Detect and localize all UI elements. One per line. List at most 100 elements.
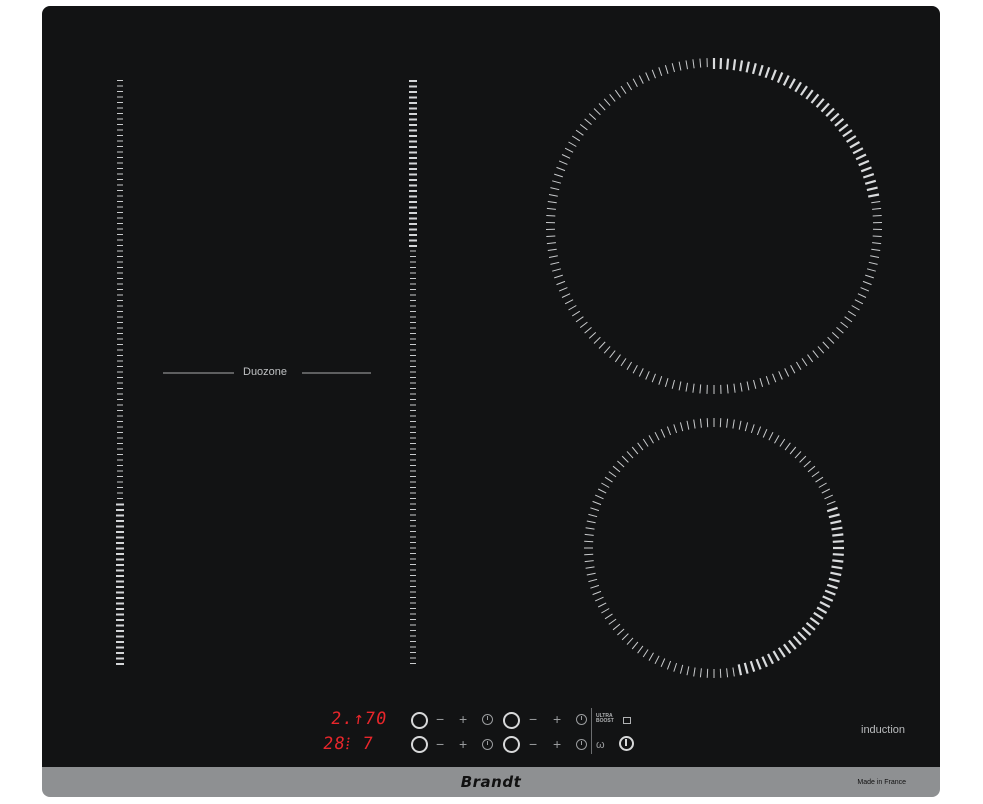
- zone-tick: [612, 465, 621, 473]
- slider-tick: [410, 393, 416, 395]
- zone-tick: [588, 332, 597, 339]
- zone-tick: [603, 346, 611, 354]
- left-zone-slider[interactable]: [116, 80, 124, 665]
- slider-tick: [116, 624, 124, 627]
- ring-icon[interactable]: [503, 736, 520, 753]
- slider-tick: [410, 536, 416, 538]
- slider-tick: [117, 465, 123, 466]
- slider-tick: [117, 250, 123, 252]
- timer-icon[interactable]: [482, 739, 493, 750]
- small-ring-zone[interactable]: [584, 418, 844, 678]
- zone-tick: [831, 526, 843, 531]
- timer-icon[interactable]: [576, 739, 587, 750]
- slider-tick: [410, 267, 416, 268]
- slider-tick: [409, 228, 417, 231]
- slider-tick: [409, 140, 417, 143]
- slider-tick: [410, 575, 416, 576]
- slider-tick: [409, 80, 417, 82]
- slider-tick: [116, 558, 124, 561]
- ultra-boost-button[interactable]: ULTRA BOOST: [596, 714, 614, 724]
- slider-tick: [410, 250, 416, 252]
- plus-icon[interactable]: +: [459, 712, 467, 726]
- zone-tick: [818, 482, 827, 488]
- timer-icon[interactable]: [482, 714, 493, 725]
- slider-tick: [117, 179, 123, 180]
- slider-tick: [116, 536, 124, 539]
- zone-tick: [816, 606, 828, 614]
- keep-warm-icon[interactable]: ω: [596, 738, 605, 752]
- zone-tick: [830, 571, 842, 577]
- slider-tick: [410, 410, 416, 411]
- zone-tick: [872, 215, 882, 217]
- zone-tick: [761, 656, 768, 668]
- slider-tick: [117, 443, 123, 444]
- timer-icon[interactable]: [576, 714, 587, 725]
- slider-tick: [116, 602, 124, 605]
- slider-icon[interactable]: [411, 712, 428, 729]
- zone-tick: [645, 371, 650, 380]
- zone-tick: [740, 382, 743, 392]
- zone-tick: [590, 584, 600, 589]
- minus-icon[interactable]: −: [436, 737, 444, 751]
- slider-tick: [410, 344, 416, 345]
- slider-tick: [117, 344, 123, 345]
- slider-tick: [116, 630, 124, 632]
- slider-tick: [409, 102, 417, 104]
- display-bottom: 28⁞ 7: [321, 734, 376, 754]
- slider-tick: [409, 195, 417, 198]
- zone-tick: [648, 652, 654, 661]
- slider-icon[interactable]: [411, 736, 428, 753]
- ring-icon[interactable]: [503, 712, 520, 729]
- zone-tick: [759, 378, 764, 387]
- zone-tick: [794, 81, 802, 93]
- slider-tick: [410, 426, 416, 428]
- zone-tick: [745, 61, 750, 73]
- slider-tick: [117, 432, 123, 433]
- zone-tick: [822, 595, 834, 602]
- divider: [591, 708, 592, 754]
- zone-tick: [855, 153, 867, 161]
- zone-tick: [632, 365, 638, 374]
- plus-icon[interactable]: +: [553, 737, 561, 751]
- zone-tick: [699, 668, 702, 678]
- zone-tick: [699, 58, 702, 68]
- zone-tick: [552, 268, 562, 272]
- minus-icon[interactable]: −: [436, 712, 444, 726]
- zone-tick: [789, 446, 797, 455]
- slider-tick: [410, 349, 416, 351]
- zone-tick: [809, 617, 820, 626]
- slider-tick: [409, 184, 417, 187]
- zone-tick: [824, 589, 836, 596]
- zone-tick: [743, 662, 749, 674]
- slider-tick: [410, 624, 416, 626]
- slider-tick: [410, 338, 416, 340]
- zone-tick: [738, 420, 742, 430]
- zone-tick: [726, 384, 729, 394]
- slider-tick: [117, 85, 123, 87]
- slider-tick: [410, 558, 416, 560]
- zone-tick: [617, 628, 625, 636]
- slider-tick: [117, 96, 123, 98]
- plus-icon[interactable]: +: [459, 737, 467, 751]
- slider-tick: [116, 580, 124, 583]
- zone-tick: [626, 361, 633, 370]
- large-ring-zone[interactable]: [545, 58, 883, 394]
- power-icon[interactable]: [619, 736, 634, 751]
- slider-tick: [409, 129, 417, 132]
- zone-tick: [776, 72, 784, 84]
- zone-tick: [699, 384, 702, 394]
- minus-icon[interactable]: −: [529, 737, 537, 751]
- slider-tick: [116, 542, 124, 544]
- slider-tick: [117, 278, 123, 279]
- zone-tick: [685, 60, 688, 70]
- zone-tick: [864, 179, 877, 185]
- slider-tick: [410, 278, 416, 279]
- slider-tick: [410, 256, 416, 257]
- minus-icon[interactable]: −: [529, 712, 537, 726]
- slider-tick: [117, 476, 123, 477]
- right-duozone-slider[interactable]: [409, 80, 417, 664]
- plus-icon[interactable]: +: [553, 712, 561, 726]
- zone-tick: [825, 107, 835, 117]
- lock-icon[interactable]: [623, 717, 631, 724]
- slider-tick: [410, 333, 416, 334]
